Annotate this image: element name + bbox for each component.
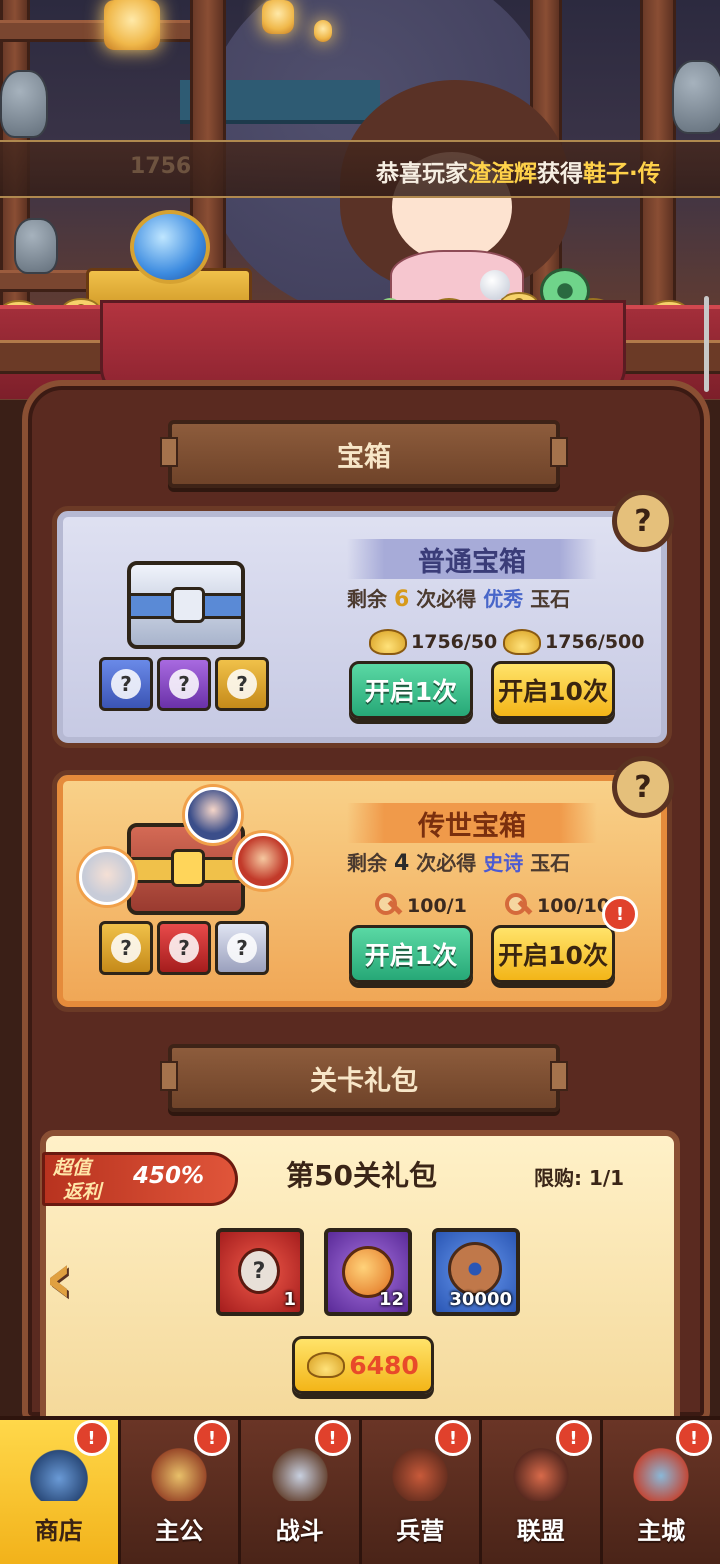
ticker-prefix: 恭喜玩家	[376, 161, 468, 187]
rebate-badge-line1: 超值	[53, 1153, 91, 1180]
tab-battle[interactable]: 战斗 !	[241, 1420, 362, 1564]
tab-alliance[interactable]: 联盟 !	[482, 1420, 603, 1564]
legend-open-1-button[interactable]: 开启1次	[349, 925, 473, 983]
reward-1-count: 1	[283, 1289, 296, 1310]
normal-open-1-button[interactable]: 开启1次	[349, 661, 473, 719]
purple-jade-preview-icon[interactable]: ?	[157, 657, 211, 711]
rebate-badge: 超值 返利 450%	[42, 1152, 238, 1206]
silver-jade-preview-icon[interactable]: ?	[215, 921, 269, 975]
normal-chest-cost-10: 1756/500	[503, 629, 644, 655]
gold-ingot-icon	[369, 629, 407, 655]
purchase-limit: 限购: 1/1	[534, 1162, 624, 1191]
stage-gift-section-header: 关卡礼包	[168, 1044, 560, 1112]
reward-item-1[interactable]: ? 1	[216, 1228, 304, 1316]
rebate-badge-line2: 返利	[63, 1177, 101, 1204]
hero-avatar-icon	[79, 849, 135, 905]
tab-shop-alert-icon: !	[74, 1420, 110, 1456]
tab-battle-alert-icon: !	[315, 1420, 351, 1456]
normal-open-10-button[interactable]: 开启10次	[491, 661, 615, 719]
tab-barracks-label: 兵营	[396, 1511, 444, 1546]
gold-jade-preview-icon[interactable]: ?	[99, 921, 153, 975]
legend-chest-title: 传世宝箱	[347, 803, 597, 843]
tab-shop[interactable]: 商店 !	[0, 1420, 121, 1564]
red-jade-preview-icon[interactable]: ?	[157, 921, 211, 975]
question-icon: ?	[169, 933, 199, 963]
reward-3-count: 30000	[449, 1289, 512, 1310]
tab-shop-label: 商店	[35, 1511, 83, 1546]
question-icon: ?	[227, 669, 257, 699]
vase-icon	[0, 70, 48, 138]
blue-jade-preview-icon[interactable]: ?	[99, 657, 153, 711]
upper-shelf	[0, 20, 190, 42]
pearl-icon	[480, 270, 510, 300]
key-icon	[373, 891, 403, 921]
reward-2-count: 12	[379, 1289, 404, 1310]
reward-item-3[interactable]: 30000	[432, 1228, 520, 1316]
silver-chest-icon	[127, 561, 245, 649]
rebate-percent: 450%	[133, 1163, 204, 1189]
ticker-ghost-amount: 1756	[130, 154, 191, 179]
legend-chest-cost-10: 100/10	[503, 891, 610, 921]
gold-ingot-icon	[307, 1352, 345, 1378]
tab-barracks-alert-icon: !	[435, 1420, 471, 1456]
tab-lord[interactable]: 主公 !	[121, 1420, 242, 1564]
tab-city-label: 主城	[637, 1511, 685, 1546]
hero-avatar-icon	[235, 833, 291, 889]
normal-chest-title: 普通宝箱	[347, 539, 597, 579]
legend-chest-help-button[interactable]: ?	[612, 756, 674, 818]
ticker-item: 鞋子	[583, 161, 629, 187]
broadcast-ticker: 1756 恭喜玩家渣渣辉获得鞋子·传	[0, 140, 720, 198]
normal-chest-guarantee: 剩余 6 次必得 优秀 玉石	[347, 583, 570, 612]
buy-gift-pack-button[interactable]: 6480	[292, 1336, 434, 1394]
ticker-mid: 获得	[537, 161, 583, 187]
normal-chest-cost-1: 1756/50	[369, 629, 497, 655]
legend-chest-card: ? ? ? 传世宝箱 剩余 4 次必得 史诗 玉石 100/1 100/10 开…	[52, 770, 672, 1012]
chest-section-title: 宝箱	[337, 435, 391, 474]
ticker-suffix: ·传	[629, 161, 661, 187]
gold-ingot-icon	[503, 629, 541, 655]
red-mystery-jade-icon: ?	[238, 1248, 280, 1294]
legend-chest-guarantee: 剩余 4 次必得 史诗 玉石	[347, 847, 570, 876]
gift-pack-price: 6480	[349, 1351, 419, 1380]
question-icon: ?	[169, 669, 199, 699]
tab-city-alert-icon: !	[676, 1420, 712, 1456]
gold-jade-preview-icon[interactable]: ?	[215, 657, 269, 711]
tab-barracks[interactable]: 兵营 !	[362, 1420, 483, 1564]
lantern-icon	[104, 0, 160, 50]
tab-city[interactable]: 主城 !	[603, 1420, 720, 1564]
right-vase-icon	[672, 60, 720, 134]
legend-open-10-button[interactable]: 开启10次	[491, 925, 615, 983]
ticker-message: 恭喜玩家渣渣辉获得鞋子·传	[376, 154, 661, 188]
copper-coin-icon	[448, 1242, 502, 1296]
normal-chest-help-button[interactable]: ?	[612, 490, 674, 552]
reward-item-2[interactable]: 12	[324, 1228, 412, 1316]
tab-lord-label: 主公	[155, 1511, 203, 1546]
question-icon: ?	[227, 933, 257, 963]
question-icon: ?	[111, 933, 141, 963]
bottom-navigation: 商店 ! 主公 ! 战斗 ! 兵营 ! 联盟 ! 主城 !	[0, 1416, 720, 1564]
tab-alliance-label: 联盟	[517, 1511, 565, 1546]
sky-lantern-icon	[262, 0, 294, 34]
small-vase-icon	[14, 218, 58, 274]
chest-section-header: 宝箱	[168, 420, 560, 488]
tab-battle-label: 战斗	[276, 1511, 324, 1546]
tab-lord-alert-icon: !	[194, 1420, 230, 1456]
legend-open-10-alert-icon: !	[602, 896, 638, 932]
question-icon: ?	[111, 669, 141, 699]
key-icon	[503, 891, 533, 921]
ticker-player-name: 渣渣辉	[468, 161, 537, 187]
legend-chest-cost-1: 100/1	[373, 891, 467, 921]
stage-gift-section-title: 关卡礼包	[310, 1059, 418, 1098]
sky-lantern-small-icon	[314, 20, 332, 42]
previous-pack-arrow-icon[interactable]: ‹	[34, 1238, 84, 1318]
normal-chest-card: ? ? ? 普通宝箱 剩余 6 次必得 优秀 玉石 1756/50 1756/5…	[52, 506, 672, 748]
scrollbar[interactable]	[704, 296, 709, 392]
jade-orb-icon	[130, 210, 210, 284]
gift-pack-title: 第50关礼包	[286, 1154, 437, 1194]
hero-avatar-icon	[185, 787, 241, 843]
tab-alliance-alert-icon: !	[556, 1420, 592, 1456]
